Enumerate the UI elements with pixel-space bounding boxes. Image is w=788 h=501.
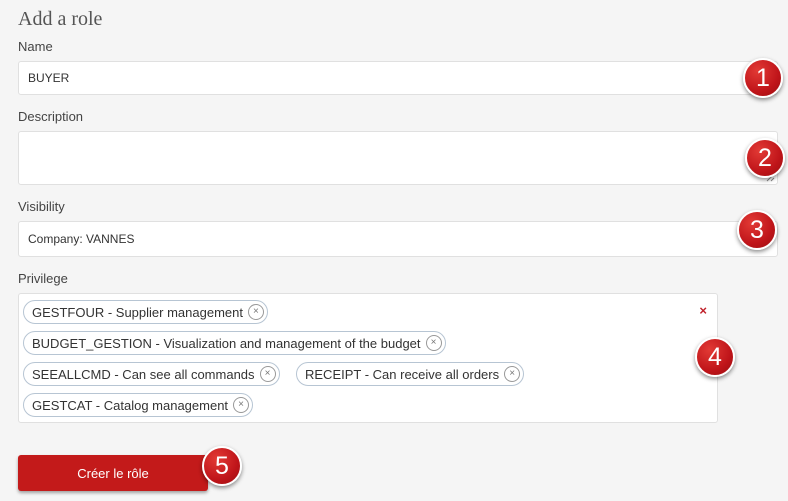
name-input[interactable]: BUYER (18, 61, 778, 95)
privilege-tag: GESTCAT - Catalog management × (23, 393, 254, 417)
annotation-badge-2: 2 (745, 138, 785, 178)
description-label: Description (18, 109, 84, 124)
remove-tag-icon[interactable]: × (233, 397, 250, 413)
remove-tag-icon[interactable]: × (247, 304, 264, 320)
remove-tag-icon[interactable]: × (504, 366, 521, 382)
privilege-label: Privilege (18, 271, 68, 286)
annotation-badge-1: 1 (743, 58, 783, 98)
privilege-tag-label: GESTFOUR - Supplier management (32, 304, 243, 320)
clear-all-icon[interactable]: × (699, 303, 707, 318)
privilege-tag: GESTFOUR - Supplier management × (23, 300, 268, 324)
privilege-tag: RECEIPT - Can receive all orders × (296, 362, 525, 386)
privilege-tag-label: SEEALLCMD - Can see all commands (32, 366, 255, 382)
name-input-value: BUYER (28, 71, 70, 85)
remove-tag-icon[interactable]: × (259, 366, 276, 382)
annotation-badge-4: 4 (695, 337, 735, 377)
description-textarea[interactable] (18, 131, 778, 185)
privilege-multiselect[interactable]: GESTFOUR - Supplier management × BUDGET_… (18, 293, 718, 423)
page-title: Add a role (18, 8, 103, 30)
name-label: Name (18, 39, 53, 54)
remove-tag-icon[interactable]: × (425, 335, 442, 351)
visibility-value: Company: VANNES (28, 232, 135, 246)
privilege-tag-label: BUDGET_GESTION - Visualization and manag… (32, 335, 421, 351)
visibility-select[interactable]: Company: VANNES (18, 221, 778, 257)
visibility-label: Visibility (18, 199, 65, 214)
privilege-tag: BUDGET_GESTION - Visualization and manag… (23, 331, 446, 355)
privilege-tag-label: GESTCAT - Catalog management (32, 397, 229, 413)
add-role-page: Add a role Name BUYER Description Visibi… (0, 0, 788, 501)
privilege-tag-label: RECEIPT - Can receive all orders (305, 366, 500, 382)
privilege-tag: SEEALLCMD - Can see all commands × (23, 362, 280, 386)
annotation-badge-3: 3 (737, 210, 777, 250)
annotation-badge-5: 5 (202, 446, 242, 486)
create-role-button[interactable]: Créer le rôle (18, 455, 208, 491)
